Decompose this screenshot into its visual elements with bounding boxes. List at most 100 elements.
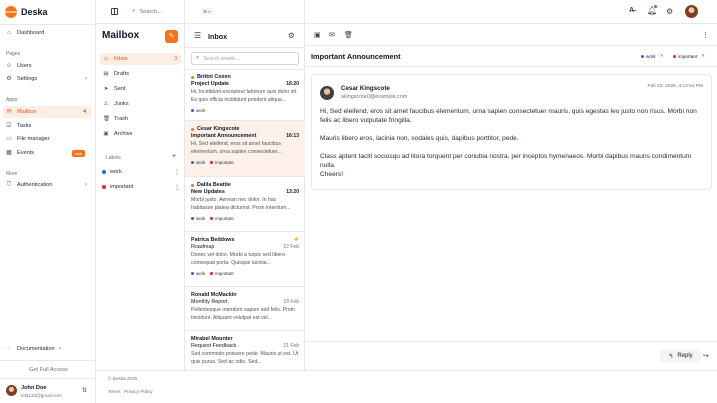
folder-sent[interactable]: ➤ Sent (100, 83, 181, 95)
sidebar-item-label: Settings (17, 76, 38, 82)
compose-button[interactable]: ✎ (165, 30, 178, 43)
unread-dot (191, 75, 194, 79)
label-work[interactable]: work ⋮ (102, 167, 180, 177)
inbox-header: ☰ Inbox ⚙ (185, 24, 305, 48)
user-avatar[interactable] (685, 5, 698, 18)
unread-dot (191, 183, 194, 187)
email-body-paragraph: Mauris libero eros, lacinia non, sodales… (320, 135, 519, 142)
sidebar-item-users[interactable]: ☺ Users (3, 60, 91, 72)
trash-icon[interactable]: 🗑︎ (344, 31, 353, 39)
section-label-more: More (6, 171, 18, 177)
label-name: work (110, 169, 122, 175)
mark-unread-icon[interactable]: ✉ (329, 31, 335, 39)
folder-label: Drafts (114, 71, 129, 77)
add-label-icon[interactable]: + (172, 153, 176, 160)
email-date: 22 Feb (283, 244, 299, 250)
help-circle-icon: ◌ (7, 346, 11, 352)
more-vertical-icon[interactable]: ⋮ (174, 184, 180, 191)
star-icon[interactable]: ★ (294, 236, 299, 243)
footer-privacy-link[interactable]: Privacy Policy (124, 389, 153, 394)
email-item[interactable]: Dalila Beattie New Updates 13:20 Morbi ju… (185, 177, 305, 232)
email-body-paragraph: Hi, Sed eleifend, eros sit amet faucibus… (320, 108, 697, 124)
sidebar-item-label: Authentication (17, 182, 53, 188)
sidebar-item-label: File manager (17, 136, 50, 142)
reply-button[interactable]: ↰ Reply (660, 349, 701, 363)
settings-gear-icon[interactable]: ⚙ (666, 7, 673, 16)
email-preview: Donec vel dolor. Morbi a turpis sed libe… (191, 252, 285, 266)
home-icon: ⌂ (7, 30, 11, 36)
notification-dot (654, 5, 657, 8)
get-full-access-link[interactable]: Get Full Access (29, 367, 68, 373)
close-icon[interactable]: ✕ (660, 53, 664, 59)
email-message: Cesar Kingscote akingscote0@example.com … (311, 74, 712, 190)
sidebar-item-dashboard[interactable]: ⌂ Dashboard (3, 27, 91, 39)
gear-icon: ⚙ (6, 76, 12, 82)
search-icon: ⌕ (196, 55, 200, 61)
folder-archive[interactable]: ▣ Archive (100, 128, 181, 140)
tag-important: important (210, 160, 234, 165)
folder-trash[interactable]: 🗑︎ Trash (100, 113, 181, 125)
mail-icon: ✉ (6, 109, 12, 115)
sidebar-item-label: Users (17, 63, 32, 69)
email-item[interactable]: Ronald McMackin Monthly Report. 18 Feb Pe… (185, 287, 305, 331)
more-vertical-icon[interactable]: ⋮ (702, 31, 709, 39)
tag-label: important (215, 271, 234, 276)
folder-label: Junks (114, 101, 129, 107)
draft-icon: ▤ (103, 71, 109, 77)
logo-icon (5, 6, 17, 18)
sidebar-item-tasks[interactable]: ☑ Tasks (3, 120, 91, 132)
email-preview: Hi, Sed eleifend, eros sit amet faucibus… (191, 141, 282, 155)
chip-important[interactable]: important ✕ (673, 53, 705, 59)
sidebar-item-file-manager[interactable]: ▭ File manager (3, 133, 91, 145)
folder-drafts[interactable]: ▤ Drafts (100, 68, 181, 80)
email-search-input[interactable]: ⌕ Search emails... (191, 52, 299, 65)
sidebar-item-events[interactable]: ▦ Events new (3, 147, 91, 159)
close-icon[interactable]: ✕ (701, 53, 705, 59)
email-subject: Request Feedback (191, 343, 237, 349)
translate-icon[interactable]: A̶ (629, 7, 634, 14)
gear-icon[interactable]: ⚙ (288, 31, 295, 40)
sidebar-item-settings[interactable]: ⚙ Settings › (3, 73, 91, 85)
calendar-icon: ▦ (6, 150, 12, 156)
folder-label: Inbox (114, 56, 128, 62)
label-important[interactable]: important ⋮ (102, 182, 180, 192)
sidebar: Deska ⌂ Dashboard Pages ☺ Users ⚙ Settin… (0, 0, 96, 403)
tag-label: important (215, 160, 234, 165)
chevron-right-icon: › (85, 182, 87, 188)
email-subject: New Updates (191, 189, 225, 195)
sidebar-item-authentication[interactable]: ⛉ Authentication › (3, 179, 91, 191)
email-item[interactable]: ★ Patrica Beddows Roadmap 22 Feb Donec ve… (185, 232, 305, 287)
email-item[interactable]: Brittni Coxen Project Update 16:20 Hi, In… (185, 69, 305, 121)
email-sender: Brittni Coxen (197, 74, 231, 80)
switch-arrows-icon[interactable]: ⇅ (82, 387, 87, 394)
email-date: 18 Feb (283, 299, 299, 305)
email-item-selected[interactable]: Cesar Kingscote Important Announcement 16… (185, 121, 305, 177)
folder-junks[interactable]: ⚠ Junks (100, 98, 181, 110)
label-color-dot (102, 185, 106, 189)
folder-inbox[interactable]: ▭ Inbox 3 (100, 53, 181, 65)
label-name: important (110, 184, 134, 190)
email-preview: Sed commodo posuere pede. Mauris ut est.… (191, 351, 299, 365)
forward-icon[interactable]: ↪ (703, 352, 709, 360)
menu-icon[interactable]: ☰ (194, 31, 201, 40)
tag-work: work (191, 216, 205, 221)
more-vertical-icon[interactable]: ⋮ (174, 169, 180, 176)
user-profile[interactable]: John Doe test123@gmail.com ⇅ (6, 383, 92, 401)
email-preview: Morbi justo. Aenean nec dolor. In hac ha… (191, 197, 291, 211)
user-email: test123@gmail.com (21, 393, 62, 398)
sidebar-item-documentation[interactable]: ◌ Documentation ↗ (3, 343, 91, 355)
email-preview: Hi, Incididunt excepteur laborum quis do… (191, 89, 298, 103)
chip-label: work (646, 53, 656, 59)
archive-icon[interactable]: ▣ (314, 31, 321, 39)
footer-terms-link[interactable]: Terms (108, 389, 121, 394)
archive-icon: ▣ (103, 131, 109, 137)
chip-work[interactable]: work ✕ (641, 53, 664, 59)
mailbox-count: 4 (83, 109, 86, 115)
sidebar-item-mailbox[interactable]: ✉ Mailbox 4 (3, 106, 91, 118)
email-body-paragraph: Class aptent taciti sociosqu ad litora t… (320, 153, 692, 169)
app-logo[interactable]: Deska (5, 6, 48, 18)
email-item[interactable]: Mirabel Mounter Request Feedback 21 Feb S… (185, 331, 305, 370)
footer-copyright: © Deska 2026 (108, 376, 138, 381)
warning-icon: ⚠ (103, 101, 109, 107)
labels-heading: Labels (106, 155, 121, 161)
